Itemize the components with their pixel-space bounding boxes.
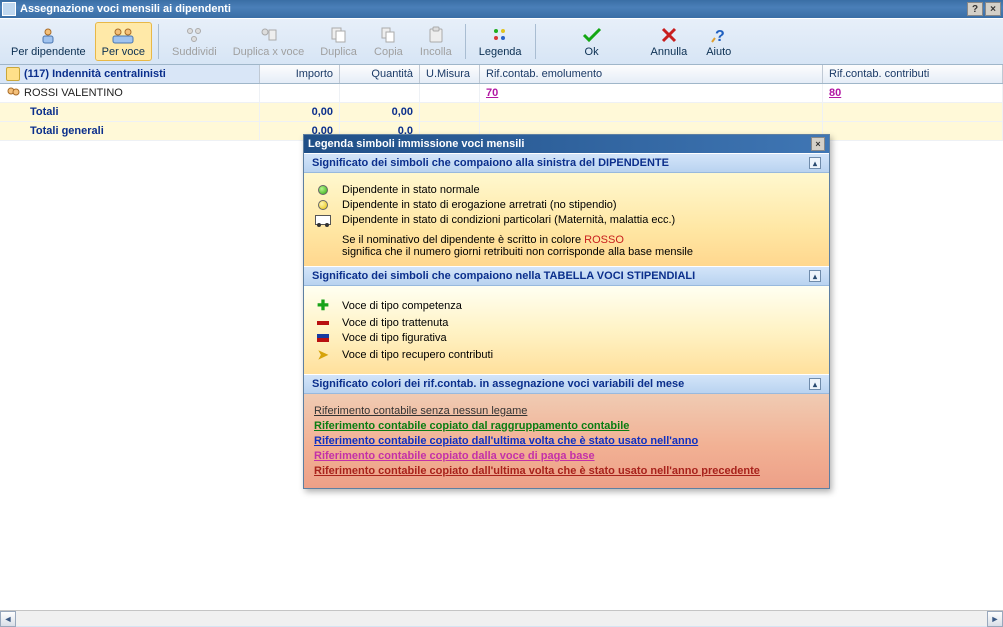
- row-name: ROSSI VALENTINO: [24, 87, 123, 99]
- incolla-button[interactable]: Incolla: [413, 22, 459, 61]
- sheet-icon: [6, 67, 20, 81]
- aiuto-button[interactable]: ? Aiuto: [696, 22, 741, 61]
- arrow-icon: ➤: [318, 347, 329, 363]
- green-dot-icon: [318, 185, 328, 195]
- app-icon: [2, 2, 16, 16]
- collapse-icon[interactable]: ▴: [809, 157, 821, 169]
- duplicate-voice-icon: [258, 25, 278, 45]
- plus-icon: ✚: [317, 297, 329, 314]
- per-voce-button[interactable]: Per voce: [95, 22, 152, 61]
- horizontal-scrollbar[interactable]: ◄ ►: [0, 610, 1003, 626]
- scroll-track[interactable]: [16, 611, 987, 626]
- legend-section-1: Significato dei simboli che compaiono al…: [304, 153, 829, 266]
- legend-title: Legenda simboli immissione voci mensili: [308, 138, 524, 150]
- scroll-left-button[interactable]: ◄: [0, 611, 16, 627]
- per-dipendente-button[interactable]: Per dipendente: [4, 22, 93, 61]
- ref-link[interactable]: Riferimento contabile copiato dall'ultim…: [314, 465, 819, 477]
- legend-section-3-header[interactable]: Significato colori dei rif.contab. in as…: [304, 374, 829, 394]
- dependents-icon: [6, 86, 20, 100]
- car-icon: [315, 215, 331, 225]
- minus-icon: [317, 321, 329, 325]
- annulla-button[interactable]: Annulla: [644, 22, 695, 61]
- ref-link[interactable]: Riferimento contabile copiato dalla voce…: [314, 450, 819, 462]
- totals-row: Totali 0,00 0,00: [0, 103, 1003, 122]
- help-icon: ?: [710, 25, 728, 45]
- collapse-icon[interactable]: ▴: [809, 378, 821, 390]
- legend-section-3: Significato colori dei rif.contab. in as…: [304, 374, 829, 488]
- duplica-button[interactable]: Duplica: [313, 22, 364, 61]
- copy-icon: [379, 25, 397, 45]
- window-title: Assegnazione voci mensili ai dipendenti: [20, 3, 231, 15]
- grid-header: (117) Indennità centralinisti Importo Qu…: [0, 65, 1003, 84]
- collapse-icon[interactable]: ▴: [809, 270, 821, 282]
- legend-section-2-header[interactable]: Significato dei simboli che compaiono ne…: [304, 266, 829, 286]
- col-quantita[interactable]: Quantità: [340, 65, 420, 83]
- legend-section-1-header[interactable]: Significato dei simboli che compaiono al…: [304, 153, 829, 173]
- cancel-icon: [660, 25, 678, 45]
- ref-link[interactable]: Riferimento contabile copiato dal raggru…: [314, 420, 819, 432]
- yellow-dot-icon: [318, 200, 328, 210]
- legend-popup: Legenda simboli immissione voci mensili …: [303, 134, 830, 489]
- person-icon: [38, 25, 58, 45]
- suddividi-button[interactable]: Suddividi: [165, 22, 224, 61]
- col-rif-contributi[interactable]: Rif.contab. contributi: [823, 65, 1003, 83]
- legend-icon: [491, 25, 509, 45]
- paste-icon: [427, 25, 445, 45]
- titlebar: Assegnazione voci mensili ai dipendenti …: [0, 0, 1003, 18]
- legend-titlebar: Legenda simboli immissione voci mensili …: [304, 135, 829, 153]
- copia-button[interactable]: Copia: [366, 22, 411, 61]
- legenda-button[interactable]: Legenda: [472, 22, 529, 61]
- split-icon: [184, 25, 204, 45]
- svg-text:?: ?: [715, 28, 725, 44]
- legend-close-button[interactable]: ×: [811, 137, 825, 151]
- people-icon: [111, 25, 135, 45]
- close-button[interactable]: ×: [985, 2, 1001, 16]
- duplicate-icon: [330, 25, 348, 45]
- figurative-icon: [317, 334, 329, 342]
- grid-body: ROSSI VALENTINO 70 80 Totali 0,00 0,00 T…: [0, 84, 1003, 141]
- check-icon: [581, 25, 603, 45]
- duplica-x-voce-button[interactable]: Duplica x voce: [226, 22, 312, 61]
- toolbar: Per dipendente Per voce Suddividi Duplic…: [0, 18, 1003, 65]
- ref-link[interactable]: Riferimento contabile copiato dall'ultim…: [314, 435, 819, 447]
- col-importo[interactable]: Importo: [260, 65, 340, 83]
- ok-button[interactable]: Ok: [542, 22, 642, 61]
- rif-emol-link[interactable]: 70: [486, 87, 498, 99]
- legend-section-2: Significato dei simboli che compaiono ne…: [304, 266, 829, 374]
- table-row[interactable]: ROSSI VALENTINO 70 80: [0, 84, 1003, 103]
- ref-link[interactable]: Riferimento contabile senza nessun legam…: [314, 405, 819, 417]
- scroll-right-button[interactable]: ►: [987, 611, 1003, 627]
- col-umisura[interactable]: U.Misura: [420, 65, 480, 83]
- col-voce[interactable]: (117) Indennità centralinisti: [0, 65, 260, 83]
- help-button[interactable]: ?: [967, 2, 983, 16]
- legend-note: Se il nominativo del dipendente è scritt…: [342, 234, 819, 258]
- rif-contr-link[interactable]: 80: [829, 87, 841, 99]
- col-rif-emolumento[interactable]: Rif.contab. emolumento: [480, 65, 823, 83]
